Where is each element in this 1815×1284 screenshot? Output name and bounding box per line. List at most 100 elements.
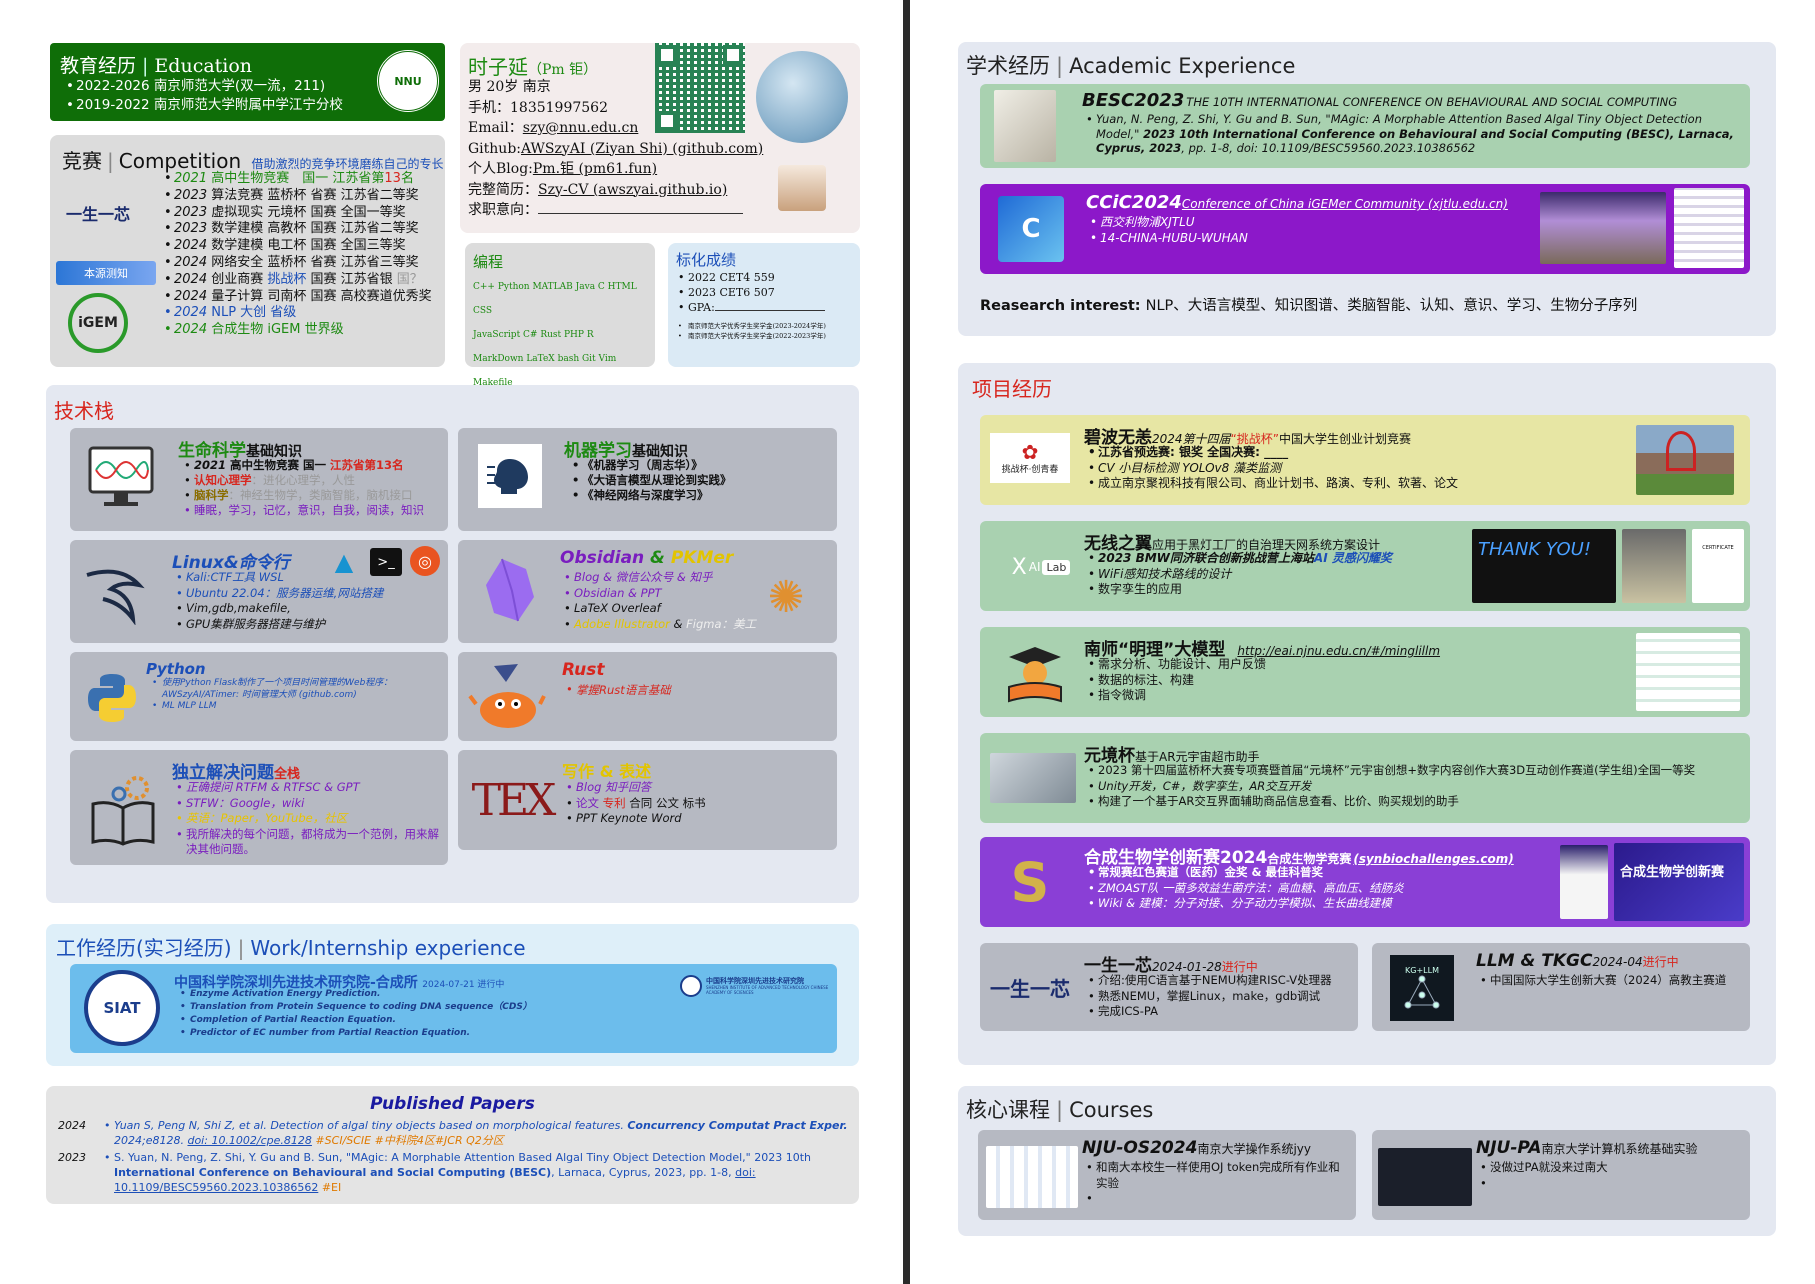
competition-item: 2024 创业商赛 挑战杯 国赛 江苏省银 国？ [162,272,432,289]
yuanjing-item: 构建了一个基于AR交互界面辅助商品信息查看、比价、购买规划的助手 [1086,794,1695,810]
brain-graph-icon: ✺ [767,571,805,623]
mingli-item: 需求分析、功能设计、用户反馈 [1086,657,1266,673]
obsidian-item: Adobe Illustrator & Figma：美工 [562,617,756,633]
work-item: Enzyme Activation Energy Prediction. [178,988,532,1001]
wing-item: WiFi感知技术路线的设计 [1086,567,1392,583]
mingli-link[interactable]: http://eai.njnu.edu.cn/#/minglillm [1237,644,1440,658]
programming-line: C++ Python MATLAB Java C HTML CSS [473,282,637,316]
writing-item: Blog 知乎回答 [564,780,706,796]
competition-title-en: Competition [118,149,242,173]
competition-item: 2023 虚拟现实 元境杯 国赛 全国一等奖 [162,205,432,222]
courses-title-en: Courses [1069,1098,1154,1122]
email-label: Email： [468,120,523,136]
python-item: 使用Python Flask制作了一个项目时间管理的Web程序：AWSzyAI/… [150,678,440,701]
rust-crab-icon [466,660,546,736]
linux-item: Kali:CTF工具 WSL [174,570,383,586]
ccic-link[interactable]: Conference of China iGEMer Community (xj… [1182,197,1508,211]
project-card-wing: XAILab 无线之翼应用于黑灯工厂的自治理天网系统方案设计 2023 BMW同… [980,521,1750,611]
solve-item: 我所解决的每个问题，都将成为一个范例，用来解决其他问题。 [174,827,439,858]
brain-circuit-icon [478,444,542,508]
academic-title-en: Academic Experience [1069,54,1296,78]
github-label: Github: [468,140,521,157]
obsidian-item: Obsidian & PPT [562,586,756,602]
ccic-card: C CCiC2024Conference of China iGEMer Com… [980,184,1750,274]
qr-code-icon [655,43,745,133]
yuanjing-photo [990,753,1076,803]
scores-panel: 标化成绩 2022 CET4 559 2023 CET6 507 GPA: 南京… [668,243,860,367]
tex-logo-icon: TEX [471,774,557,826]
project-card-mingli: 南师“明理”大模型 http://eai.njnu.edu.cn/#/mingli… [980,627,1750,717]
book-gear-icon [88,772,158,848]
bio-item: 脑科学：神经生物学，类脑智能，脑机接口 [182,488,424,503]
resume-page-right: 学术经历 | Academic Experience BESC2023 THE 10T… [910,0,1815,1284]
project-card-synbio: S 合成生物学创新赛2024合成生物学竞赛 (synbiochallenges.c… [980,837,1750,927]
linux-item: Vim,gdb,makefile, [174,601,383,617]
tech-card-solve: 独立解决问题全栈 正确提问 RTFM & RTFSC & GPT STFW：Go… [70,750,448,865]
synbio-poster-photo: 合成生物学创新赛 [1614,843,1744,921]
academic-panel: 学术经历 | Academic Experience BESC2023 THE 10T… [958,42,1776,336]
course-card-pa: NJU-PA南京大学计算机系统基础实验 没做过PA就没来过南大 [1372,1130,1750,1220]
besc-badge-photo [994,90,1056,162]
writing-title: 写作 & 表述 [562,762,652,781]
dna-monitor-icon [86,442,156,512]
tech-card-bio: 生命科学基础知识 2021 高中生物竞赛 国一 江苏省第13名 认知心理学：进化… [70,428,448,531]
competition-item: 2023 算法竞赛 蓝桥杯 省赛 江苏省二等奖 [162,188,432,205]
profile-panel: 时子延（Pm 钜） 男 20岁 南京 手机：18351997562 Email：… [460,43,860,233]
siat-header-logo: 中国科学院深圳先进技术研究院 SHENZHEN INSTITUTE OF ADV… [680,974,830,998]
yuanjing-item: 2023 第十四届蓝桥杯大赛专项赛暨首届“元境杯”元宇宙创想+数字内容创作大赛3… [1086,763,1695,779]
ccic-name: CCiC2024 [1086,192,1182,213]
bibo-photo [1636,425,1734,495]
interest-text: NLP、大语言模型、知识图谱、类脑智能、认知、意识、学习、生物分子序列 [1145,298,1638,314]
blog-link[interactable]: Pm.钜 (pm61.fun) [533,161,657,177]
competition-item: 2024 数学建模 电工杯 国赛 全国三等奖 [162,238,432,255]
education-item: 2022-2026 南京师范大学(双一流，211) [64,77,343,96]
synbio-cert-photo [1560,845,1608,919]
programming-panel: 编程 C++ Python MATLAB Java C HTML CSS Jav… [465,243,655,388]
bibo-item: CV 小目标检测 YOLOv8 藻类监测 [1086,461,1458,477]
job-intent-label: 求职意向： [468,202,538,218]
work-title-en: Work/Internship experience [250,936,526,960]
bio-item: 认知心理学：进化心理学，人性 [182,473,424,488]
origin-quantum-logo-icon: 本源测知 [56,261,156,285]
wing-item: 2023 BMW同济联合创新挑战营上海站AI 灵感闪耀奖 [1086,551,1392,567]
os-screenshot [986,1146,1078,1208]
ml-item: 《神经网络与深度学习》 [570,488,732,503]
solve-item: STFW：Google，wiki [174,796,439,812]
xai-lab-logo-icon: X AI Lab [996,547,1086,587]
cv-link[interactable]: Szy-CV (awszyai.github.io) [538,182,727,198]
rust-title: Rust [562,660,605,680]
scholarship-item: 南京师范大学优秀学生奖学金(2023-2024学年) [676,321,826,331]
tech-stack-panel: 技术栈 生命科学基础知识 2021 高中生物竞赛 国一 江苏省第13名 认知心理… [46,385,859,903]
education-item: 2019-2022 南京师范大学附属中学江宁分校 [64,96,343,115]
scholar-reading-icon [1000,641,1070,705]
solve-item: 英语：Paper，YouTube，社区 [174,811,439,827]
project-card-ysyx: 一生一芯 一生一芯2024-01-28进行中 介绍:使用C语言基于NEMU构建R… [980,943,1358,1031]
score-item: 2022 CET4 559 [676,270,825,285]
wing-thanks-photo: THANK YOU! [1472,529,1616,603]
ubuntu-icon: ◎ [410,546,440,576]
ysyx-item: 熟悉NEMU，掌握Linux，make，gdb调试 [1086,989,1332,1005]
os-item: 和南大本校生一样使用OJ token完成所有作业和实验 [1084,1160,1346,1191]
scholarship-item: 南京师范大学优秀学生奖学金(2022-2023学年) [676,331,826,341]
work-panel: 工作经历(实习经历) | Work/Internship experience SI… [46,924,859,1066]
synbio-link[interactable]: (synbiochallenges.com) [1353,852,1513,866]
nnu-logo-icon: NNU [376,49,440,113]
python-item: ML MLP LLM [150,701,440,713]
github-link[interactable]: AWSzyAI (Ziyan Shi) (github.com) [521,141,763,157]
ccic-group-photo [1540,192,1666,264]
academic-title: 学术经历 [966,54,1050,78]
work-title: 工作经历(实习经历) [56,936,232,960]
programming-title: 编程 [473,253,504,271]
siat-logo-icon: SIAT [84,970,160,1046]
ml-item: 《大语言模型从理论到实践》 [570,473,732,488]
paper-doi-link[interactable]: doi: 10.1002/cpe.8128 [187,1134,311,1147]
tiaozhanbei-logo-icon: ✿ 挑战杯·创青春 [990,433,1070,483]
paper-year: 2023 [58,1151,86,1164]
projects-title: 项目经历 [972,377,1052,401]
score-item: 2023 CET6 507 [676,285,825,300]
courses-panel: 核心课程|Courses NJU-OS2024南京大学操作系统jyy 和南大本校… [958,1086,1776,1236]
ysyx-logo-icon: 一生一芯 [990,976,1070,1001]
pkmer-title: PKMer [670,548,734,568]
email-link[interactable]: szy@nnu.edu.cn [523,120,639,136]
obsidian-item: LaTeX Overleaf [562,601,756,617]
